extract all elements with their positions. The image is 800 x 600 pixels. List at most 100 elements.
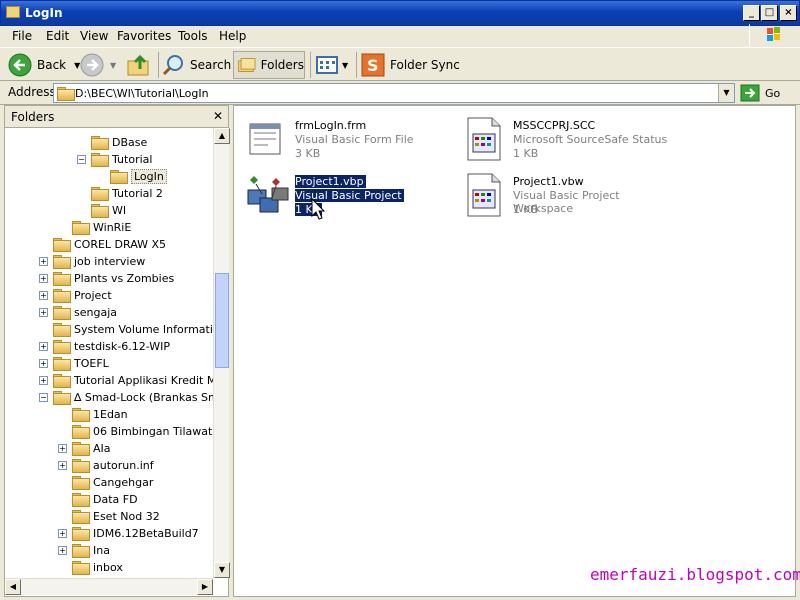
tree-item[interactable]: + Project	[39, 287, 112, 304]
tree-item[interactable]: Data FD	[58, 491, 138, 508]
tree-item[interactable]: Eset Nod 32	[58, 508, 160, 525]
tree-item[interactable]: + TOEFL	[39, 355, 109, 372]
tree-item[interactable]: WI	[77, 202, 126, 219]
close-button[interactable]: ×	[780, 5, 797, 21]
tree-item[interactable]: − ∆ Smad-Lock (Brankas Smadav)	[39, 389, 213, 406]
go-arrow-icon	[740, 84, 760, 102]
file-item[interactable]: Project1.vbw Visual Basic Project Workspa…	[458, 166, 673, 222]
folder-icon	[53, 323, 71, 337]
chevron-down-icon[interactable]: ▼	[110, 61, 116, 70]
tree-item-label: Eset Nod 32	[93, 510, 160, 523]
document-icon	[464, 116, 504, 162]
folders-icon	[238, 58, 256, 72]
folders-pane: Folders ✕ DBase − Tutorial LogIn Tutorial 2 W…	[4, 105, 230, 597]
folder-icon	[72, 408, 90, 422]
scrollbar-thumb[interactable]	[215, 273, 229, 368]
back-button[interactable]: Back ▼	[8, 51, 80, 79]
scroll-left-button[interactable]: ◀	[5, 579, 21, 595]
menu-help[interactable]: Help	[219, 29, 246, 43]
tree-item[interactable]: + Tutorial Applikasi Kredit Motor	[39, 372, 213, 389]
folder-icon	[53, 255, 71, 269]
tree-item[interactable]: + testdisk-6.12-WIP	[39, 338, 170, 355]
tree-item[interactable]: + Ina	[58, 542, 110, 559]
expand-icon[interactable]: +	[39, 291, 48, 300]
minimize-button[interactable]: _	[743, 5, 760, 21]
maximize-button[interactable]: □	[761, 5, 778, 21]
tree-item[interactable]: + AIa	[58, 440, 111, 457]
expand-icon[interactable]: +	[39, 376, 48, 385]
forward-button[interactable]: ▼	[80, 51, 116, 79]
views-button[interactable]: ▼	[315, 51, 348, 79]
up-folder-button[interactable]	[126, 51, 152, 79]
folder-icon	[72, 527, 90, 541]
expand-icon[interactable]: +	[39, 274, 48, 283]
expand-icon[interactable]: +	[58, 546, 67, 555]
menu-bar: File Edit View Favorites Tools Help	[0, 26, 800, 46]
folder-icon	[53, 340, 71, 354]
horizontal-scrollbar[interactable]: ◀ ▶	[5, 578, 213, 595]
tree-item[interactable]: + autorun.inf	[58, 457, 154, 474]
folder-icon	[53, 374, 71, 388]
tree-item-label: Tutorial Applikasi Kredit Motor	[74, 374, 213, 387]
title-bar[interactable]: LogIn _ □ ×	[0, 0, 800, 26]
menu-tools[interactable]: Tools	[178, 29, 208, 43]
close-icon[interactable]: ✕	[213, 109, 223, 123]
tree-item[interactable]: − Tutorial	[77, 151, 152, 168]
folder-tree: DBase − Tutorial LogIn Tutorial 2 WI WinRiE COR…	[5, 128, 213, 578]
folders-button[interactable]: Folders	[233, 51, 305, 79]
vertical-scrollbar[interactable]: ▲ ▼	[213, 128, 230, 578]
tree-item[interactable]: LogIn	[96, 168, 167, 185]
forward-arrow-icon	[80, 53, 104, 77]
tree-item[interactable]: System Volume Information	[39, 321, 213, 338]
file-item[interactable]: Project1.vbp Visual Basic Project 1 KB	[240, 166, 455, 222]
folder-icon	[91, 204, 109, 218]
folder-sync-button[interactable]: S Folder Sync	[361, 51, 460, 79]
tree-item[interactable]: Cangehgar	[58, 474, 153, 491]
menu-edit[interactable]: Edit	[46, 29, 69, 43]
folder-icon	[57, 87, 75, 101]
expand-icon[interactable]: +	[39, 308, 48, 317]
collapse-icon[interactable]: −	[39, 393, 48, 402]
folder-icon	[91, 136, 109, 150]
tree-item[interactable]: 06 Bimbingan Tilawatil Quran	[58, 423, 213, 440]
tree-item[interactable]: + sengaja	[39, 304, 117, 321]
collapse-icon[interactable]: −	[77, 155, 86, 164]
watermark-text: emerfauzi.blogspot.com	[590, 565, 800, 584]
expand-icon[interactable]: +	[39, 359, 48, 368]
file-item[interactable]: frmLogIn.frm Visual Basic Form File 3 KB	[240, 110, 455, 166]
scroll-up-button[interactable]: ▲	[214, 128, 230, 144]
scroll-down-button[interactable]: ▼	[214, 562, 230, 578]
expand-icon[interactable]: +	[39, 257, 48, 266]
tree-item[interactable]: inbox	[58, 559, 123, 576]
menu-view[interactable]: View	[80, 29, 108, 43]
expand-icon[interactable]: +	[58, 529, 67, 538]
tree-item[interactable]: + IDM6.12BetaBuild7	[58, 525, 199, 542]
expand-icon[interactable]: +	[39, 342, 48, 351]
tree-item-label: WinRiE	[93, 221, 132, 234]
folder-icon	[6, 6, 20, 18]
back-label: Back	[37, 58, 67, 72]
menu-file[interactable]: File	[12, 29, 32, 43]
chevron-down-icon[interactable]: ▼	[718, 84, 734, 102]
tree-item[interactable]: + job interview	[39, 253, 145, 270]
scroll-right-button[interactable]: ▶	[197, 579, 213, 595]
chevron-down-icon[interactable]: ▼	[342, 61, 348, 70]
tree-item[interactable]: 1Edan	[58, 406, 128, 423]
go-button[interactable]: Go	[740, 83, 796, 103]
file-item[interactable]: MSSCCPRJ.SCC Microsoft SourceSafe Status 1…	[458, 110, 673, 166]
tree-item[interactable]: COREL DRAW X5	[39, 236, 166, 253]
tree-item-label: ∆ Smad-Lock (Brankas Smadav)	[74, 391, 213, 404]
folders-pane-header: Folders ✕	[5, 106, 228, 128]
tree-item[interactable]: + Plants vs Zombies	[39, 270, 174, 287]
window-title: LogIn	[25, 6, 63, 20]
tree-item[interactable]: DBase	[77, 134, 147, 151]
expand-icon[interactable]: +	[58, 444, 67, 453]
tree-item[interactable]: WinRiE	[58, 219, 131, 236]
tree-item-label: job interview	[74, 255, 146, 268]
search-button[interactable]: Search	[162, 51, 231, 79]
address-input[interactable]: D:\BEC\WI\Tutorial\LogIn ▼	[53, 83, 735, 103]
windows-logo-icon	[749, 24, 795, 47]
expand-icon[interactable]: +	[58, 461, 67, 470]
tree-item[interactable]: Tutorial 2	[77, 185, 163, 202]
menu-favorites[interactable]: Favorites	[117, 29, 171, 43]
